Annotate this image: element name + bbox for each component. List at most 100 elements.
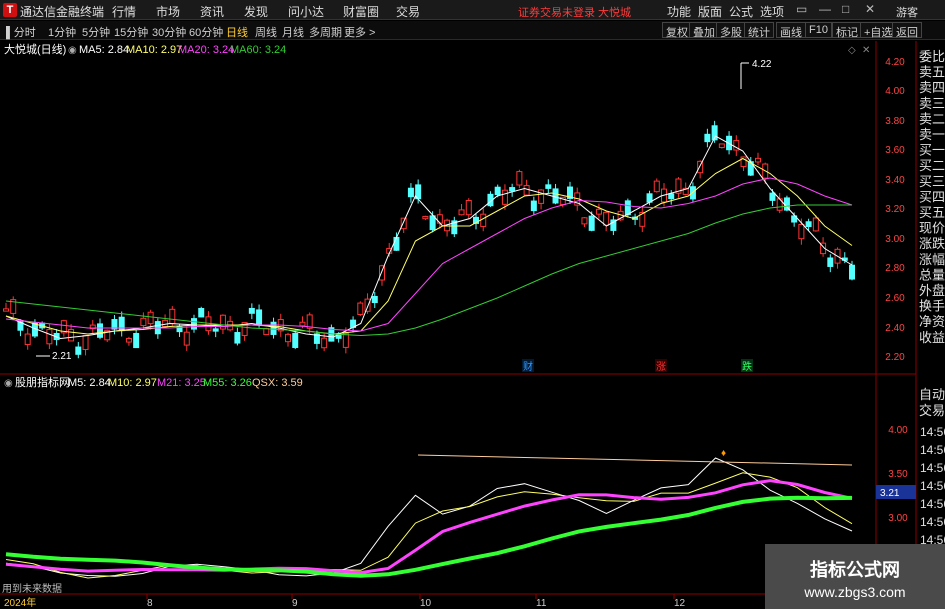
trade-time-label: 14:56: [920, 497, 945, 511]
candle-body: [538, 189, 545, 204]
ma60-legend: MA60: 3.24: [230, 44, 286, 56]
menu-trade[interactable]: 交易: [396, 3, 420, 20]
candle-body: [595, 208, 602, 215]
statistics-button[interactable]: 统计: [744, 22, 774, 39]
add-watchlist-button[interactable]: +自选: [860, 22, 897, 39]
candle-body: [581, 217, 588, 225]
time-tick-dec: 12: [674, 598, 686, 609]
side-panel-label: 买一: [919, 143, 945, 158]
close-panel-icon[interactable]: ✕: [862, 45, 870, 56]
side-panel-lower-label[interactable]: 自动: [919, 387, 945, 402]
period-tab-intraday[interactable]: ▌分时: [6, 24, 36, 40]
close-icon[interactable]: ✕: [865, 2, 875, 16]
candle-body: [183, 331, 190, 346]
qsx-line: [417, 454, 853, 466]
f10-button[interactable]: F10: [805, 22, 832, 38]
indicator-name[interactable]: 股朋指标网: [15, 375, 70, 389]
maximize-icon[interactable]: □: [842, 2, 849, 16]
period-label: 分时: [13, 27, 36, 39]
multi-stock-button[interactable]: 多股: [716, 22, 746, 39]
chart-area[interactable]: 大悦城(日线) ◉ MA5: 2.84 MA10: 2.97 MA20: 3.2…: [0, 41, 945, 609]
price-tick: 3.00: [885, 234, 905, 245]
side-panel-label: 涨跌: [919, 236, 945, 251]
draw-line-button[interactable]: 画线: [776, 22, 806, 39]
overlay-button[interactable]: 叠加: [689, 22, 719, 39]
candle-body: [400, 217, 407, 230]
indicator-lines-group: [5, 457, 853, 579]
event-marker-fall[interactable]: 跌: [742, 360, 752, 373]
menu-options[interactable]: 选项: [760, 3, 784, 20]
quote-side-panel[interactable]: 委比卖五卖四卖三卖二卖一买一买二买三买四买五现价涨跌涨幅总量外盘换手净资收益自动…: [919, 49, 945, 565]
diamond-signal-icon: ♦: [721, 448, 726, 459]
candle-body: [3, 308, 9, 312]
candles-group: [3, 120, 855, 359]
side-panel-label: 买三: [919, 174, 945, 189]
watermark-url: www.zbgs3.com: [804, 584, 906, 600]
period-tab-15min[interactable]: 15分钟: [114, 24, 148, 40]
side-panel-label: 委比: [919, 49, 945, 64]
current-value-label: 3.21: [880, 488, 900, 499]
menu-functions[interactable]: 功能: [667, 3, 691, 20]
mark-button[interactable]: 标记: [832, 22, 862, 39]
settings-circle-icon[interactable]: ◉: [68, 45, 77, 56]
price-tick: 2.20: [885, 352, 905, 363]
menu-market[interactable]: 市场: [156, 3, 180, 20]
candle-body: [407, 187, 414, 198]
period-tab-daily[interactable]: 日线: [226, 24, 248, 40]
stock-label: 大悦城(日线): [4, 42, 66, 56]
back-button[interactable]: 返回: [892, 22, 922, 39]
title-bar: T 通达信金融终端 行情 市场 资讯 发现 问小达 财富圈 交易 证券交易未登录…: [0, 0, 945, 20]
side-panel-label: 卖三: [919, 96, 945, 111]
event-marker-rise[interactable]: 涨: [656, 361, 666, 373]
menu-discover[interactable]: 发现: [244, 3, 268, 20]
trade-time-label: 14:56: [920, 461, 945, 475]
side-panel-lower-label[interactable]: 交易: [919, 403, 945, 418]
candle-body: [118, 316, 125, 332]
diamond-icon[interactable]: ◇: [848, 45, 856, 56]
candle-body: [653, 180, 660, 193]
app-logo-icon: T: [3, 3, 17, 17]
period-tab-weekly[interactable]: 周线: [255, 24, 277, 40]
menu-wealth[interactable]: 财富圈: [343, 3, 379, 20]
candle-body: [798, 223, 805, 240]
low-price-label: 2.21: [52, 351, 72, 362]
candlestick-chart[interactable]: 大悦城(日线) ◉ MA5: 2.84 MA10: 2.97 MA20: 3.2…: [0, 41, 945, 609]
event-marker-finance[interactable]: 财: [523, 360, 533, 373]
candle-body: [46, 329, 53, 345]
period-tab-30min[interactable]: 30分钟: [152, 24, 186, 40]
menu-assistant[interactable]: 问小达: [288, 3, 324, 20]
candle-body: [169, 308, 176, 325]
side-panel-label: 总量: [919, 267, 945, 282]
window-icon[interactable]: ▭: [796, 2, 807, 16]
period-tab-60min[interactable]: 60分钟: [189, 24, 223, 40]
indicator-settings-icon[interactable]: ◉: [4, 378, 13, 389]
period-tab-monthly[interactable]: 月线: [282, 24, 304, 40]
ma-line-ma10: [5, 157, 853, 335]
period-tab-1min[interactable]: 1分钟: [48, 24, 76, 40]
period-tab-multi[interactable]: 多周期: [309, 24, 342, 40]
menu-formula[interactable]: 公式: [729, 3, 753, 20]
login-notice[interactable]: 证券交易未登录 大悦城: [518, 4, 631, 20]
candle-body: [191, 318, 197, 330]
candle-body: [588, 215, 595, 231]
indicator-line-3: [5, 479, 853, 575]
candle-body: [805, 221, 812, 228]
minimize-icon[interactable]: —: [819, 2, 831, 16]
time-tick-year: 2024年: [4, 596, 36, 609]
candle-body: [812, 217, 819, 232]
menu-layout[interactable]: 版面: [698, 3, 722, 20]
candle-body: [133, 332, 140, 349]
candle-body: [256, 309, 263, 325]
menu-quotes[interactable]: 行情: [112, 3, 136, 20]
period-tab-more[interactable]: 更多 >: [344, 24, 375, 40]
period-tab-5min[interactable]: 5分钟: [82, 24, 110, 40]
menu-news[interactable]: 资讯: [200, 3, 224, 20]
ma10-legend: MA10: 2.97: [126, 44, 182, 56]
candle-body: [147, 311, 154, 325]
guest-user[interactable]: 游客: [896, 4, 918, 20]
trade-time-label: 14:56: [920, 515, 945, 529]
adjust-button[interactable]: 复权: [662, 22, 692, 39]
candle-body: [523, 185, 530, 196]
side-panel-label: 买五: [919, 205, 945, 220]
candle-body: [321, 337, 328, 349]
